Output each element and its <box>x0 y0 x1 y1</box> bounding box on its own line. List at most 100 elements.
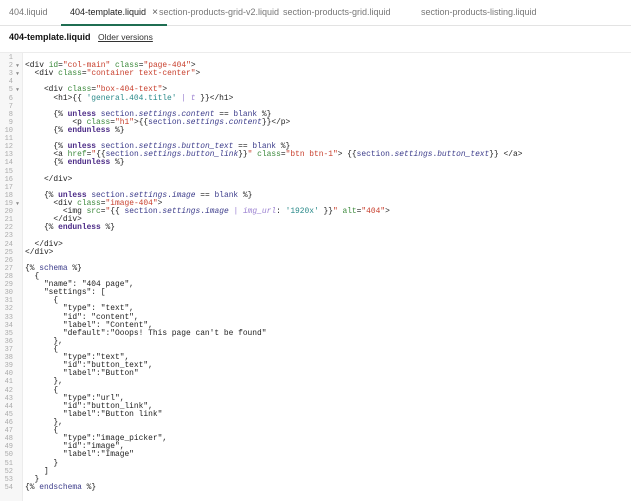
code-token: 'general.404.title' <box>86 93 177 103</box>
file-header: 404-template.liquid Older versions <box>9 32 153 42</box>
code-line: 50 "label":"Image" <box>0 451 631 460</box>
line-number: 27 <box>4 264 13 273</box>
code-line: 54 {% endschema %} <box>0 482 631 492</box>
code-token: class <box>58 69 82 79</box>
code-token: }}</h1> <box>195 93 234 103</box>
code-token: image <box>205 207 229 217</box>
code-line: 14 {% endunless %} <box>0 159 631 168</box>
tab-label: section-products-listing.liquid <box>421 7 537 17</box>
line-number: 21 <box>4 216 13 225</box>
close-tab-icon[interactable]: × <box>152 7 158 18</box>
line-number: 9 <box>8 118 13 127</box>
code-token: > {{ <box>337 150 357 160</box>
code-token: <div <box>25 69 59 79</box>
code-token: {% <box>25 125 68 135</box>
tab-label: section-products-grid-v2.liquid <box>159 7 280 17</box>
code-token: }} <box>238 150 248 160</box>
code-token: class <box>257 150 281 160</box>
code-token: "404" <box>361 207 386 217</box>
code-line: 25 </div> <box>0 248 631 257</box>
code-token: section. <box>356 150 395 160</box>
line-number: 8 <box>8 110 13 119</box>
code-token: <h1>{{ <box>25 93 87 103</box>
line-number: 53 <box>4 475 13 484</box>
code-token: section. <box>124 207 163 217</box>
line-number: 29 <box>4 281 13 290</box>
line-number: 33 <box>4 313 13 322</box>
line-number: 30 <box>4 289 13 298</box>
code-token: : <box>276 207 286 217</box>
code-line: 26 <box>0 257 631 265</box>
tab-section-products-grid-v2-liquid[interactable]: section-products-grid-v2.liquid <box>159 0 279 26</box>
code-token: "container text-center" <box>86 69 196 79</box>
line-number: 35 <box>4 329 13 338</box>
older-versions-link[interactable]: Older versions <box>98 32 153 42</box>
tab-404-template-liquid[interactable]: 404-template.liquid × <box>61 0 167 26</box>
line-number: 5 <box>8 86 13 95</box>
line-number: 42 <box>4 386 13 395</box>
code-line: 46 }, <box>0 418 631 427</box>
line-number: 19 <box>4 199 13 208</box>
line-number: 48 <box>4 435 13 444</box>
code-token: settings <box>186 117 224 127</box>
code-token: endunless <box>67 125 111 135</box>
fold-toggle-icon[interactable]: ▼ <box>16 62 19 70</box>
line-number: 39 <box>4 362 13 371</box>
code-token: button_link <box>186 150 239 160</box>
line-number: 40 <box>4 370 13 379</box>
code-token: >{{ <box>133 117 149 127</box>
line-number: 41 <box>4 378 13 387</box>
code-text: <h1>{{ 'general.404.title' | t }}</h1> <box>25 93 234 103</box>
code-token: schema <box>39 263 68 273</box>
line-number: 13 <box>4 151 13 160</box>
tab-label: 404-template.liquid <box>70 7 147 17</box>
code-token: > <box>385 207 390 217</box>
code-line: 35 "default":"Ooops! This page can't be … <box>0 329 631 338</box>
tab-label: 404.liquid <box>9 7 48 17</box>
code-text: </div> <box>25 248 53 257</box>
line-number: 3 <box>8 70 13 79</box>
code-line: 30 "settings": [ <box>0 289 631 298</box>
code-token: blank <box>214 190 239 200</box>
code-token: settings <box>162 207 201 217</box>
code-token: endschema <box>39 482 82 492</box>
code-token: %} <box>110 125 125 135</box>
tab-404-liquid[interactable]: 404.liquid <box>9 0 48 26</box>
line-number: 16 <box>4 175 13 184</box>
line-number: 37 <box>4 345 13 354</box>
line-number: 15 <box>4 167 13 176</box>
code-token: }}</p> <box>261 117 291 127</box>
code-token: == <box>195 190 215 200</box>
tab-section-products-listing-liquid[interactable]: section-products-listing.liquid <box>421 0 537 26</box>
line-number: 26 <box>4 256 13 265</box>
code-token: > <box>195 69 201 79</box>
line-number: 2 <box>8 62 13 71</box>
fold-toggle-icon[interactable]: ▼ <box>16 70 19 78</box>
code-line: 41 }, <box>0 378 631 387</box>
code-token: settings <box>394 150 433 160</box>
code-text: <div class="container text-center"> <box>25 70 200 78</box>
code-token: content <box>228 117 262 127</box>
code-line: 22 {% endunless %} <box>0 224 631 233</box>
code-line: 20 <img src="{{ section.settings.image |… <box>0 207 631 217</box>
code-token: "btn btn-1" <box>285 150 338 160</box>
code-line: 15 <box>0 168 631 176</box>
code-token: }} <box>318 207 333 217</box>
tab-label: section-products-grid.liquid <box>283 7 391 17</box>
code-text: </div> <box>25 175 72 184</box>
line-number: 22 <box>4 224 13 233</box>
code-text: {% endunless %} <box>25 224 115 232</box>
code-line: 40 "label":"Button" <box>0 370 631 379</box>
code-editor[interactable]: 1 2 ▼ <div id="col-main" class="page-404"> 3… <box>0 52 631 501</box>
code-token: {% <box>25 482 40 492</box>
fold-toggle-icon[interactable]: ▼ <box>16 200 19 208</box>
line-number: 6 <box>8 94 13 103</box>
fold-toggle-icon[interactable]: ▼ <box>16 86 19 94</box>
code-line: 23 <box>0 232 631 240</box>
code-text: {% endunless %} <box>25 159 124 167</box>
code-line: 27 {% schema %} <box>0 263 631 273</box>
tab-section-products-grid-liquid[interactable]: section-products-grid.liquid <box>283 0 391 26</box>
line-number: 24 <box>4 240 13 249</box>
line-number: 45 <box>4 410 13 419</box>
line-number: 51 <box>4 459 13 468</box>
